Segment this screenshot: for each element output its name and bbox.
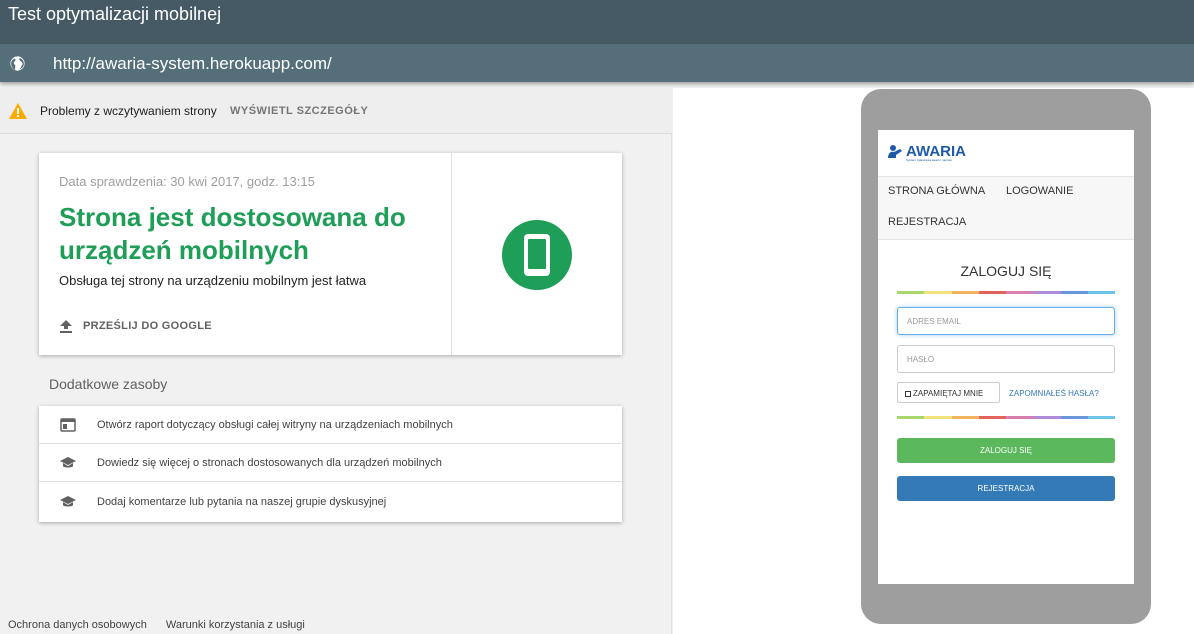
rainbow-segment — [951, 291, 979, 294]
phone-screen: AWARIA System zgłaszania awarii i napraw… — [878, 130, 1134, 584]
tested-url: http://awaria-system.herokuapp.com/ — [53, 54, 332, 73]
forgot-password-link[interactable]: ZAPOMNIAŁEŚ HASŁA? — [1009, 389, 1099, 398]
graduation-cap-icon — [60, 496, 76, 507]
app-header: Test optymalizacji mobilnej — [0, 0, 1194, 44]
resources-list: Otwórz raport dotyczący obsługi całej wi… — [39, 406, 622, 522]
rainbow-segment — [924, 291, 952, 294]
preview-panel: AWARIA System zgłaszania awarii i napraw… — [673, 88, 1194, 634]
list-item-label: Otwórz raport dotyczący obsługi całej wi… — [97, 419, 453, 431]
terms-link[interactable]: Warunki korzystania z usługi — [166, 619, 305, 631]
rainbow-segment — [1087, 291, 1115, 294]
privacy-link[interactable]: Ochrona danych osobowych — [8, 619, 147, 631]
result-subtitle: Obsługa tej strony na urządzeniu mobilny… — [59, 273, 367, 288]
view-details-link[interactable]: WYŚWIETL SZCZEGÓŁY — [230, 105, 368, 117]
rainbow-segment — [924, 416, 952, 419]
site-tagline: System zgłaszania awarii i napraw — [906, 158, 952, 162]
rainbow-segment — [897, 416, 925, 419]
rainbow-divider-bottom — [897, 416, 1115, 419]
remember-me-label: ZAPAMIĘTAJ MNIE — [913, 389, 984, 398]
site-logo: AWARIA System zgłaszania awarii i napraw — [888, 143, 966, 162]
rainbow-segment — [978, 416, 1006, 419]
email-field[interactable]: ADRES EMAIL — [897, 307, 1115, 335]
rainbow-segment — [897, 291, 925, 294]
password-field[interactable]: HASŁO — [897, 345, 1115, 373]
loading-issues-text: Problemy z wczytywaniem strony — [40, 104, 217, 118]
list-item[interactable]: Dowiedz się więcej o stronach dostosowan… — [39, 444, 622, 482]
list-item[interactable]: Otwórz raport dotyczący obsługi całej wi… — [39, 406, 622, 444]
check-date: Data sprawdzenia: 30 kwi 2017, godz. 13:… — [59, 174, 315, 189]
rainbow-segment — [1006, 416, 1034, 419]
report-icon — [60, 418, 76, 432]
rainbow-segment — [978, 291, 1006, 294]
graduation-cap-icon — [60, 457, 76, 468]
globe-icon — [10, 56, 25, 71]
footer: Ochrona danych osobowych Warunki korzyst… — [8, 619, 321, 631]
rainbow-divider-top — [897, 291, 1115, 294]
remember-me-checkbox[interactable]: ZAPAMIĘTAJ MNIE — [897, 382, 1000, 403]
submit-to-google-button[interactable]: PRZEŚLIJ DO GOOGLE — [59, 319, 212, 333]
rainbow-segment — [1006, 291, 1034, 294]
results-panel: Problemy z wczytywaniem strony WYŚWIETL … — [0, 88, 672, 634]
nav-register[interactable]: REJESTRACJA — [888, 216, 966, 228]
loading-issues-bar: Problemy z wczytywaniem strony WYŚWIETL … — [0, 88, 672, 134]
rainbow-segment — [1060, 416, 1088, 419]
url-bar: http://awaria-system.herokuapp.com/ — [0, 44, 1194, 82]
submit-to-google-label: PRZEŚLIJ DO GOOGLE — [83, 320, 212, 332]
result-headline: Strona jest dostosowana do urządzeń mobi… — [59, 202, 406, 265]
rainbow-segment — [1033, 291, 1061, 294]
rainbow-segment — [951, 416, 979, 419]
login-button[interactable]: ZALOGUJ SIĘ — [897, 438, 1115, 463]
rainbow-segment — [1087, 416, 1115, 419]
warning-icon — [9, 103, 27, 119]
card-divider — [451, 153, 452, 355]
app-title: Test optymalizacji mobilnej — [8, 4, 222, 24]
site-nav: STRONA GŁÓWNA LOGOWANIE REJESTRACJA — [878, 176, 1134, 240]
nav-home[interactable]: STRONA GŁÓWNA — [888, 185, 985, 197]
checkbox-icon — [905, 391, 911, 397]
list-item-label: Dowiedz się więcej o stronach dostosowan… — [97, 457, 442, 469]
worker-icon — [888, 145, 902, 158]
rainbow-segment — [1060, 291, 1088, 294]
login-title: ZALOGUJ SIĘ — [960, 263, 1052, 279]
rainbow-segment — [1033, 416, 1061, 419]
register-button[interactable]: REJESTRACJA — [897, 476, 1115, 501]
phone-frame: AWARIA System zgłaszania awarii i napraw… — [861, 89, 1151, 624]
mobile-friendly-icon — [502, 220, 572, 290]
resources-heading: Dodatkowe zasoby — [49, 376, 168, 392]
upload-icon — [60, 320, 72, 333]
result-card: Data sprawdzenia: 30 kwi 2017, godz. 13:… — [39, 153, 622, 355]
nav-login[interactable]: LOGOWANIE — [1006, 185, 1073, 197]
site-brand: AWARIA — [906, 143, 966, 160]
list-item-label: Dodaj komentarze lub pytania na naszej g… — [97, 496, 387, 508]
list-item[interactable]: Dodaj komentarze lub pytania na naszej g… — [39, 483, 622, 521]
